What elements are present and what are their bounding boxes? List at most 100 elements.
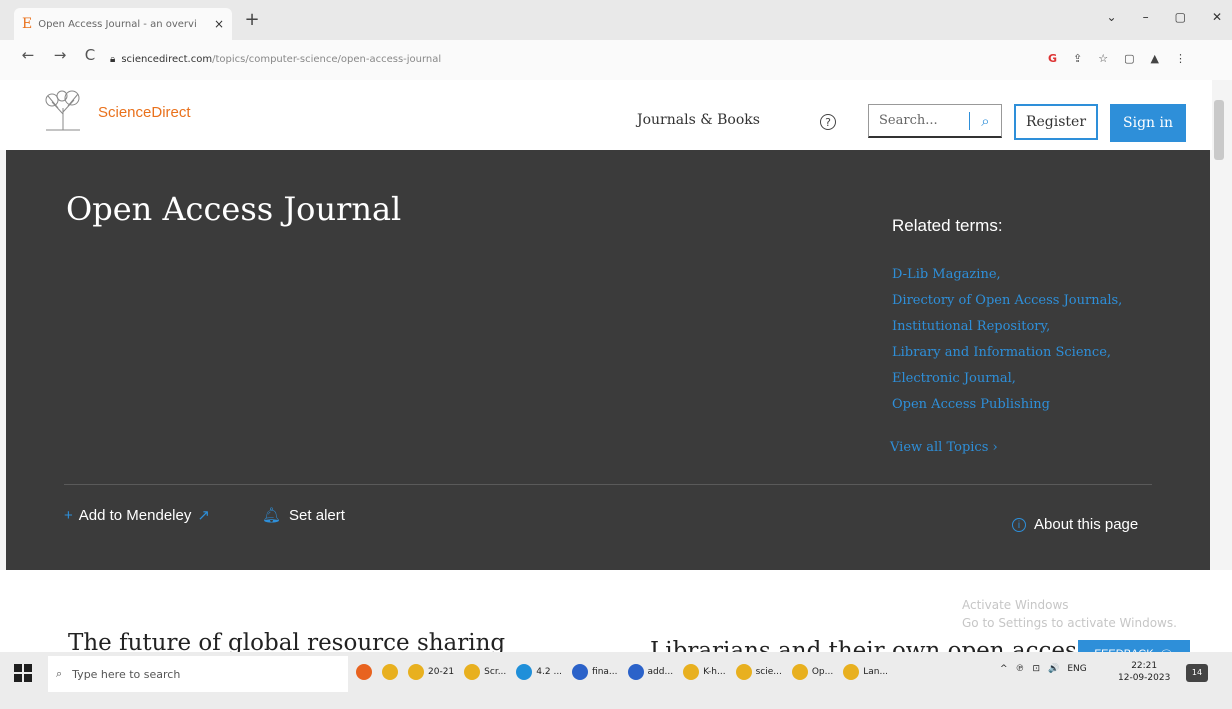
google-icon[interactable]: G [1048, 52, 1057, 65]
taskbar-search[interactable]: ⌕ Type here to search [48, 656, 348, 692]
tray-app-icon[interactable]: ℗ [1016, 664, 1025, 674]
tab-title: Open Access Journal - an overvi [38, 18, 197, 30]
share-icon[interactable]: ⇪ [1073, 52, 1082, 65]
external-link-icon: ↗ [197, 507, 210, 524]
maximize-button[interactable]: ▢ [1175, 10, 1186, 24]
menu-icon[interactable]: ⋮ [1175, 52, 1186, 65]
app-icon [791, 664, 808, 680]
related-terms-list: D-Lib Magazine, Directory of Open Access… [892, 262, 1122, 418]
set-alert-button[interactable]: 🔔︎ Set alert [262, 506, 345, 525]
taskbar-app-label: fina... [592, 667, 618, 677]
about-this-page-button[interactable]: i About this page [1012, 516, 1138, 533]
app-icon [683, 664, 700, 680]
view-all-topics-link[interactable]: View all Topics › [890, 440, 998, 455]
notification-center-icon[interactable]: 14 [1186, 664, 1208, 682]
close-window-button[interactable]: ✕ [1212, 10, 1222, 24]
back-button[interactable]: ← [18, 46, 38, 64]
browser-tab[interactable]: E Open Access Journal - an overvi × [14, 8, 232, 40]
forward-button[interactable]: → [50, 46, 70, 64]
signin-button[interactable]: Sign in [1110, 104, 1186, 142]
taskbar-app-button[interactable]: scie... [735, 664, 782, 680]
hero-divider [64, 484, 1152, 485]
related-term-link[interactable]: Open Access Publishing [892, 392, 1122, 418]
taskbar-app-label: 4.2 ... [536, 667, 563, 677]
activate-windows-watermark: Activate Windows Go to Settings to activ… [962, 596, 1177, 632]
app-icon [572, 664, 589, 680]
profile-icon[interactable]: ▲ [1151, 52, 1159, 65]
url-host: sciencedirect.com [121, 53, 213, 65]
windows-start-icon[interactable] [14, 664, 32, 682]
taskbar-app-button[interactable] [382, 664, 398, 680]
lock-icon: 🔒︎ [110, 53, 116, 65]
taskbar-app-button[interactable]: Lan... [843, 664, 888, 680]
chevron-right-icon: › [992, 440, 998, 455]
clock-time: 22:21 [1131, 661, 1158, 671]
related-term-link[interactable]: Directory of Open Access Journals, [892, 288, 1122, 314]
related-term-link[interactable]: Institutional Repository, [892, 314, 1122, 340]
tab-close-icon[interactable]: × [214, 17, 224, 31]
clock-date: 12-09-2023 [1118, 673, 1171, 683]
minimize-button[interactable]: – [1143, 10, 1149, 24]
taskbar-app-button[interactable]: Op... [791, 664, 834, 680]
about-label: About this page [1034, 516, 1139, 533]
plus-icon: + [64, 506, 73, 524]
address-bar[interactable]: 🔒︎ sciencedirect.com/topics/computer-sci… [110, 46, 1040, 72]
taskbar-app-label: Scr... [484, 667, 507, 677]
elsevier-favicon-icon: E [22, 16, 33, 32]
app-icon [382, 664, 398, 680]
add-to-mendeley-button[interactable]: + Add to Mendeley ↗ [64, 506, 210, 525]
taskbar-search-placeholder: Type here to search [72, 667, 181, 681]
view-all-label: View all Topics [890, 440, 989, 455]
taskbar-apps: 20-21 Scr... 4.2 ... fina... add... K-h... sci… [356, 664, 888, 680]
taskbar-app-button[interactable]: fina... [572, 664, 618, 680]
tab-search-icon[interactable]: ⌄ [1107, 10, 1117, 24]
taskbar-app-button[interactable]: add... [627, 664, 674, 680]
activate-line: Activate Windows [962, 598, 1069, 612]
page-title: Open Access Journal [66, 190, 402, 228]
activate-line: Go to Settings to activate Windows. [962, 616, 1177, 630]
reload-button[interactable]: C [80, 46, 100, 64]
url-path: /topics/computer-science/open-access-jou… [212, 53, 442, 65]
language-indicator[interactable]: ENG [1067, 664, 1086, 674]
taskbar-clock[interactable]: 22:21 12-09-2023 [1118, 660, 1170, 684]
sidepanel-icon[interactable]: ▢ [1124, 52, 1134, 65]
browser-extensions: G ⇪ ☆ ▢ ▲ ⋮ [1048, 52, 1186, 65]
taskbar-app-button[interactable]: Scr... [464, 664, 506, 680]
tray-chevron-icon[interactable]: ^ [1000, 664, 1008, 674]
taskbar-app-label: 20-21 [428, 667, 455, 677]
taskbar-app-button[interactable]: 20-21 [408, 664, 454, 680]
network-icon[interactable]: ⊡ [1033, 664, 1041, 674]
taskbar-app-button[interactable]: 4.2 ... [516, 664, 562, 680]
window-controls: ⌄ – ▢ ✕ [1107, 10, 1222, 24]
system-tray: ^ ℗ ⊡ 🔊 ENG [1000, 664, 1087, 674]
related-term-link[interactable]: D-Lib Magazine, [892, 262, 1122, 288]
page-scrollbar[interactable] [1214, 100, 1224, 160]
help-icon[interactable]: ? [820, 114, 836, 130]
volume-icon[interactable]: 🔊 [1048, 664, 1059, 674]
taskbar-app-label: Op... [811, 667, 834, 677]
related-term-link[interactable]: Electronic Journal, [892, 366, 1122, 392]
app-icon [356, 664, 372, 680]
new-tab-button[interactable]: + [240, 8, 264, 32]
taskbar-app-label: K-h... [703, 667, 726, 677]
taskbar-app-label: add... [647, 667, 674, 677]
add-mendeley-label: Add to Mendeley [78, 506, 192, 524]
info-icon: i [1012, 517, 1026, 532]
search-icon[interactable]: ⌕ [970, 112, 1001, 130]
app-icon [843, 664, 860, 680]
taskbar-app-button[interactable]: K-h... [683, 664, 726, 680]
register-button[interactable]: Register [1014, 104, 1098, 140]
nav-journals-books[interactable]: Journals & Books [637, 112, 760, 128]
app-icon [516, 664, 533, 680]
app-icon [408, 664, 424, 680]
search-box[interactable]: ⌕ [868, 104, 1002, 138]
search-icon: ⌕ [56, 667, 63, 680]
app-icon [627, 664, 644, 680]
brand-link[interactable]: ScienceDirect [98, 104, 191, 121]
bookmark-star-icon[interactable]: ☆ [1098, 52, 1108, 65]
search-input[interactable] [877, 112, 969, 129]
app-icon [735, 664, 752, 680]
taskbar-app-button[interactable] [356, 664, 372, 680]
elsevier-tree-logo-icon[interactable] [38, 90, 88, 134]
related-term-link[interactable]: Library and Information Science, [892, 340, 1122, 366]
